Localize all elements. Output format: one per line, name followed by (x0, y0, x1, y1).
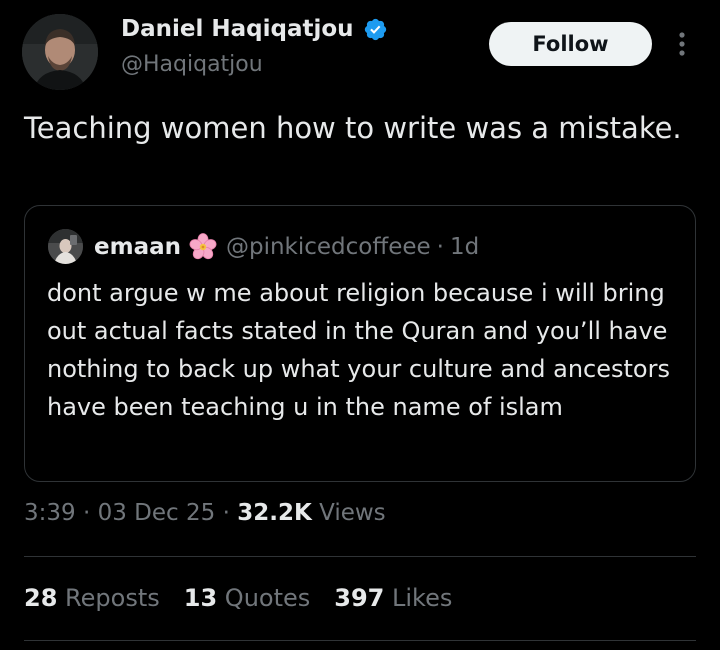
quoted-tweet-time[interactable]: 1d (450, 234, 479, 260)
quotes-stat[interactable]: 13 Quotes (184, 584, 311, 612)
meta-separator: · (222, 500, 230, 526)
divider (24, 640, 696, 641)
quotes-count: 13 (183, 584, 218, 612)
author-avatar[interactable] (22, 14, 98, 90)
tweet-date[interactable]: 03 Dec 25 (98, 500, 216, 526)
author-avatar-image (22, 14, 98, 90)
tweet-time[interactable]: 3:39 (24, 500, 76, 526)
author-name-row[interactable]: Daniel Haqiqatjou (121, 16, 388, 42)
quotes-label: Quotes (224, 584, 311, 612)
quoted-tweet-separator: · (436, 234, 444, 260)
author-name[interactable]: Daniel Haqiqatjou (121, 16, 354, 42)
quoted-author-handle[interactable]: @pinkicedcoffeee (226, 234, 431, 260)
views-count: 32.2K (237, 500, 312, 526)
likes-stat[interactable]: 397 Likes (334, 584, 452, 612)
quoted-author-avatar-image (48, 229, 83, 264)
quoted-author-avatar[interactable] (48, 229, 83, 264)
quoted-author-name[interactable]: emaan (94, 234, 181, 260)
cherry-blossom-icon (188, 232, 218, 262)
reposts-count: 28 (24, 584, 58, 612)
likes-label: Likes (392, 584, 453, 612)
tweet-text: Teaching women how to write was a mistak… (24, 111, 682, 145)
reposts-stat[interactable]: 28 Reposts (24, 584, 160, 612)
views-label: Views (319, 500, 386, 526)
reposts-label: Reposts (65, 584, 160, 612)
meta-separator: · (82, 500, 91, 526)
follow-button[interactable]: Follow (489, 22, 652, 66)
verified-badge-icon (363, 17, 388, 42)
quoted-tweet-card[interactable]: emaan @pinkicedcoffeee · 1d dont argue w… (24, 205, 696, 482)
more-vertical-icon[interactable] (670, 30, 694, 58)
engagement-stats: 28 Reposts 13 Quotes 397 Likes (24, 584, 452, 612)
tweet-meta: 3:39 · 03 Dec 25 · 32.2K Views (24, 500, 386, 526)
divider (24, 556, 696, 557)
author-handle[interactable]: @Haqiqatjou (121, 52, 263, 77)
likes-count: 397 (334, 584, 385, 612)
quoted-tweet-header: emaan @pinkicedcoffeee · 1d (94, 230, 479, 264)
quoted-tweet-text: dont argue w me about religion because i… (47, 279, 670, 421)
